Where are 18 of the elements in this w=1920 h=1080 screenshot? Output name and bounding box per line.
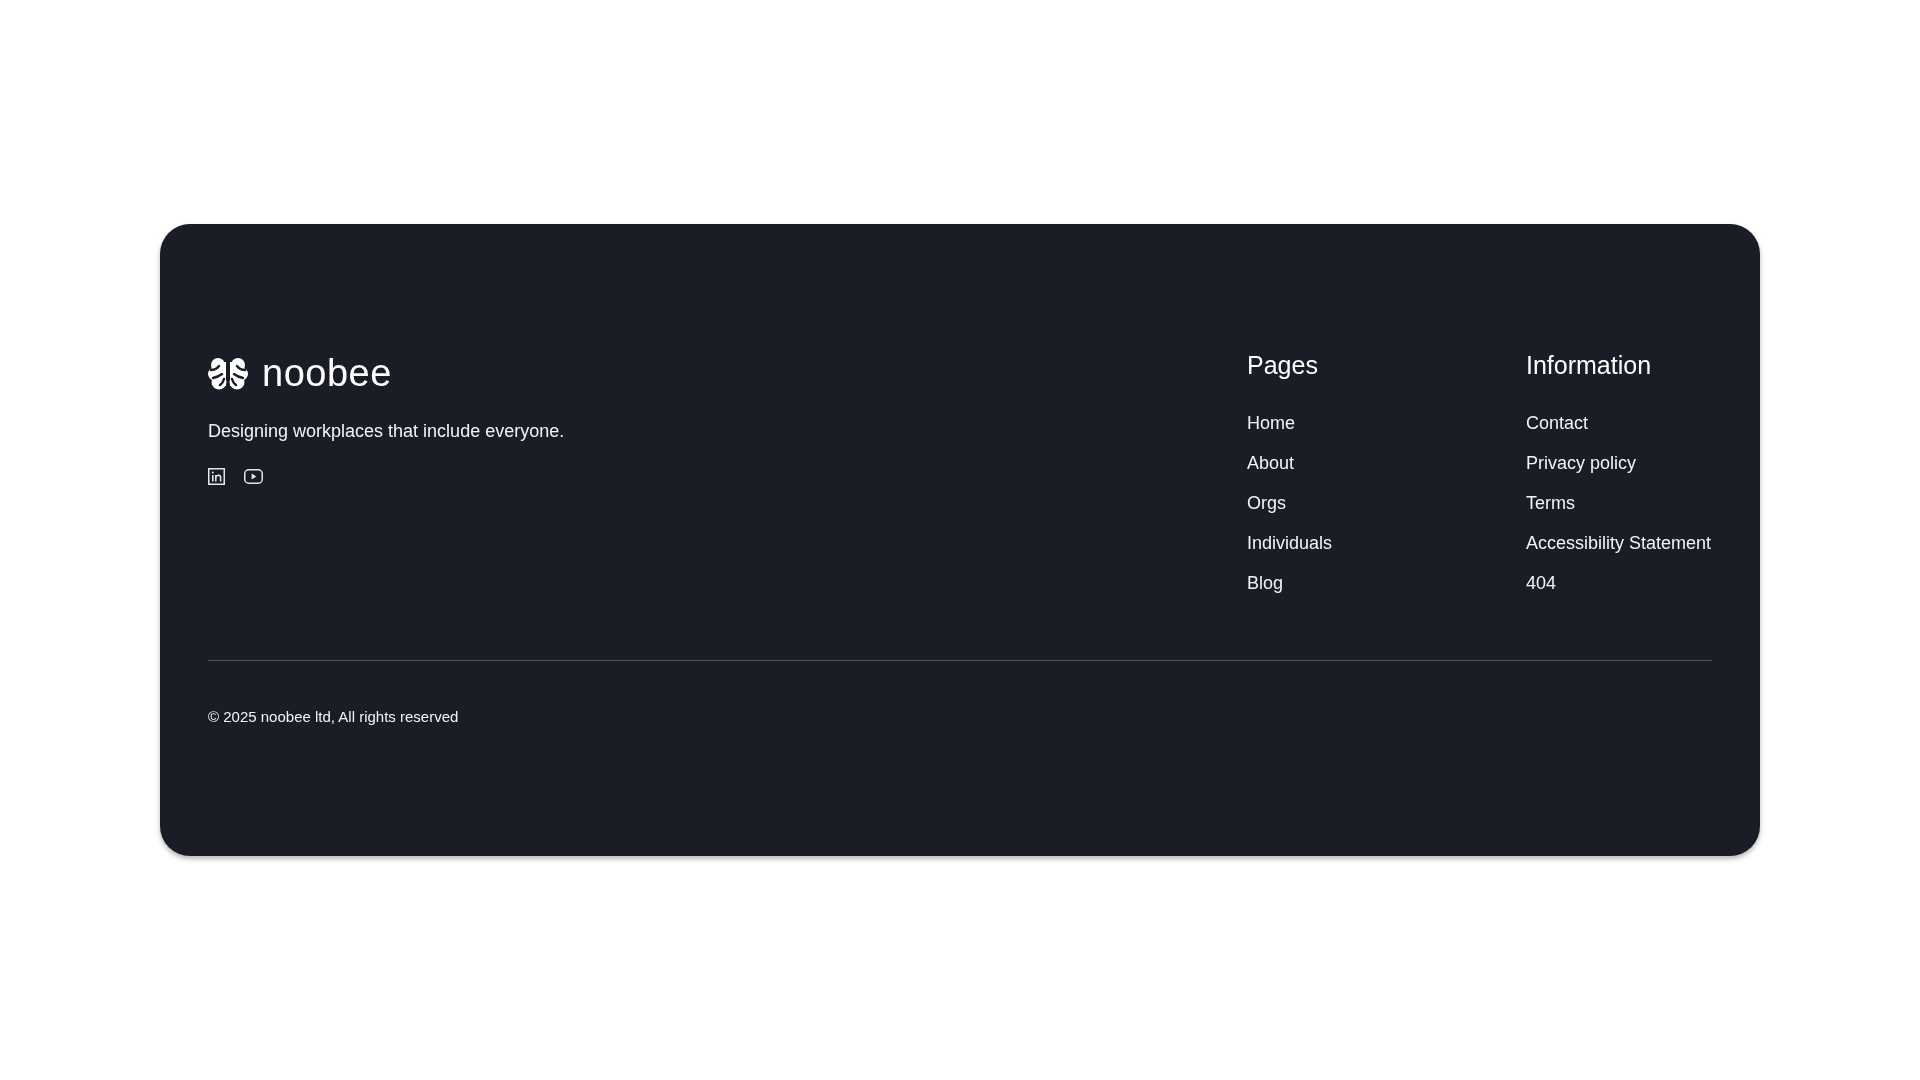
footer-link[interactable]: Orgs <box>1247 491 1286 515</box>
footer-link[interactable]: Home <box>1247 411 1295 435</box>
footer-link[interactable]: 404 <box>1526 571 1557 595</box>
footer-link[interactable]: Contact <box>1526 411 1589 435</box>
footer-link[interactable]: Blog <box>1247 571 1284 595</box>
brand-name: noobee <box>262 354 392 392</box>
column-heading: Pages <box>1247 351 1318 380</box>
tagline: Designing workplaces that include everyone. <box>208 420 565 443</box>
footer-link[interactable]: Privacy policy <box>1526 451 1637 475</box>
brain-icon <box>208 356 248 390</box>
footer-link[interactable]: Accessibility Statement <box>1526 531 1712 555</box>
linkedin-icon[interactable] <box>208 468 225 485</box>
copyright-text: © 2025 noobee ltd, All rights reserved <box>208 707 459 727</box>
video-play-icon[interactable] <box>244 469 263 484</box>
footer-link[interactable]: Terms <box>1526 491 1575 515</box>
footer-link[interactable]: Individuals <box>1247 531 1333 555</box>
column-heading: Information <box>1526 351 1652 380</box>
footer-link[interactable]: About <box>1247 451 1295 475</box>
